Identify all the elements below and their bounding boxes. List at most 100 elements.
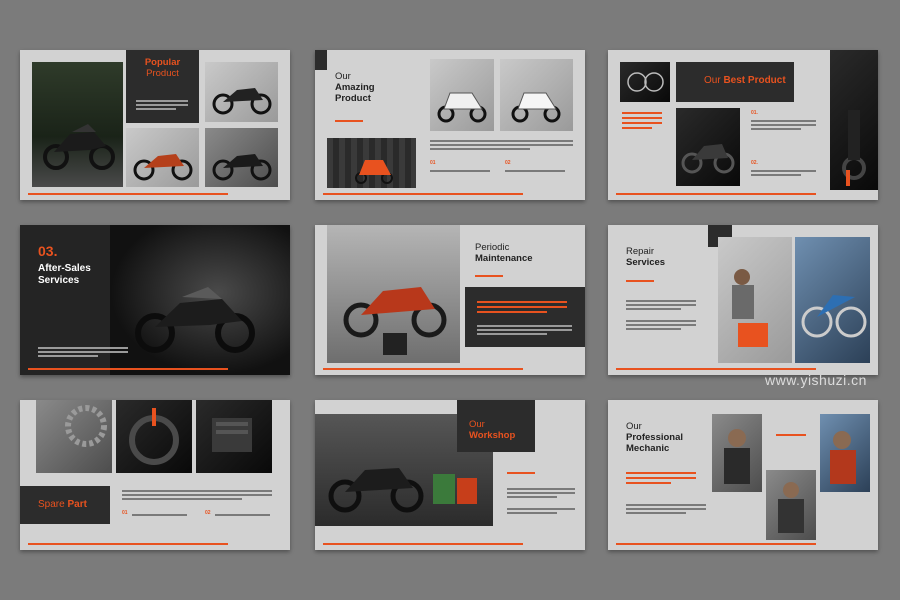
text-line bbox=[626, 508, 706, 510]
title-normal: Spare bbox=[38, 499, 68, 510]
text-line bbox=[622, 112, 662, 114]
photo-bike-dirt bbox=[205, 62, 278, 122]
photo-bike-electric bbox=[126, 128, 199, 187]
person-icon bbox=[724, 429, 750, 484]
accent-line bbox=[323, 193, 523, 195]
scooter-icon bbox=[355, 160, 393, 184]
photo-chain bbox=[36, 400, 112, 473]
slide-best-product[interactable]: Our Best Product 01. 02. bbox=[608, 50, 878, 200]
title-line-1: Our bbox=[335, 71, 351, 82]
text-line bbox=[430, 148, 530, 150]
scooter-icon bbox=[511, 92, 561, 123]
text-line bbox=[477, 329, 572, 331]
text-line bbox=[122, 490, 272, 492]
section-number: 03. bbox=[38, 243, 58, 259]
motorcycle-icon bbox=[343, 287, 447, 355]
watermark: www.yishuzi.cn bbox=[765, 372, 867, 388]
text-line bbox=[626, 477, 696, 479]
slide-popular-product[interactable]: Popular Product bbox=[20, 50, 290, 200]
title-line-2: Workshop bbox=[469, 429, 516, 441]
slide-title: Popular Product bbox=[140, 57, 185, 80]
title-line-2: Amazing bbox=[335, 81, 375, 93]
text-line bbox=[38, 347, 128, 349]
motorcycle-icon bbox=[135, 287, 255, 353]
text-line bbox=[622, 117, 662, 119]
text-line bbox=[626, 304, 696, 306]
text-line bbox=[626, 504, 706, 506]
text-line bbox=[505, 170, 565, 172]
text-line bbox=[626, 328, 681, 330]
slide-title: Repair Services bbox=[626, 246, 666, 269]
text-line bbox=[136, 104, 188, 106]
text-line bbox=[477, 325, 572, 327]
accent-line bbox=[335, 120, 363, 122]
title-box: Spare Part bbox=[20, 486, 110, 524]
text-line bbox=[626, 482, 671, 484]
text-line bbox=[626, 512, 686, 514]
photo-wheel bbox=[116, 400, 192, 473]
item-number-2: 02. bbox=[751, 160, 758, 166]
slide-title: Our Workshop bbox=[469, 419, 516, 442]
title-line-2: Services bbox=[38, 274, 80, 286]
accent-line bbox=[776, 434, 806, 436]
text-line bbox=[626, 320, 696, 322]
title-box: Popular Product bbox=[126, 50, 199, 123]
text-line bbox=[477, 333, 547, 335]
photo-bike-side bbox=[830, 50, 878, 190]
motorcycle-icon bbox=[133, 154, 193, 181]
text-line bbox=[751, 170, 816, 172]
text-line bbox=[507, 496, 557, 498]
accent-line bbox=[475, 275, 503, 277]
text-line bbox=[430, 170, 490, 172]
slide-professional-mechanic[interactable]: Our Professional Mechanic bbox=[608, 400, 878, 550]
accent-line bbox=[28, 543, 228, 545]
slide-spare-part[interactable]: Spare Part 01 02 bbox=[20, 400, 290, 550]
text-line bbox=[38, 351, 128, 353]
title-box: Our Best Product bbox=[676, 62, 794, 102]
motorcycle-icon bbox=[681, 144, 735, 174]
text-line bbox=[626, 300, 696, 302]
slide-title: Our Professional Mechanic bbox=[626, 421, 683, 455]
text-line bbox=[38, 355, 98, 357]
photo-scooter-orange bbox=[327, 138, 416, 188]
photo-engine bbox=[196, 400, 272, 473]
text-line bbox=[751, 174, 801, 176]
dark-square bbox=[315, 50, 327, 70]
motorcycle-icon bbox=[842, 110, 866, 186]
slide-title: Spare Part bbox=[38, 499, 87, 511]
title-line-1: Our bbox=[626, 421, 642, 432]
photo-bike-showcase bbox=[110, 225, 290, 375]
photo-bike-cruiser bbox=[205, 128, 278, 187]
text-line bbox=[751, 120, 816, 122]
title-line-1: Repair bbox=[626, 246, 654, 257]
slide-workshop[interactable]: Our Workshop bbox=[315, 400, 585, 550]
title-line-2: Maintenance bbox=[475, 252, 533, 264]
title-box: Our Workshop bbox=[457, 400, 535, 452]
text-line bbox=[477, 306, 567, 308]
photo-bike-dark bbox=[676, 108, 740, 186]
accent-line bbox=[507, 472, 535, 474]
photo-mechanic-1 bbox=[712, 414, 762, 492]
slide-after-sales[interactable]: 03. After-Sales Services bbox=[20, 225, 290, 375]
text-line bbox=[507, 492, 575, 494]
gauge-icon bbox=[627, 72, 664, 92]
title-line-2: Services bbox=[626, 256, 666, 268]
accent-line bbox=[28, 193, 228, 195]
person-icon bbox=[778, 482, 804, 533]
text-line bbox=[477, 301, 567, 303]
photo-mechanic-3 bbox=[820, 414, 870, 492]
text-line bbox=[626, 472, 696, 474]
item-number-2: 02 bbox=[505, 160, 511, 166]
accent-line bbox=[323, 368, 523, 370]
slide-periodic-maintenance[interactable]: Periodic Maintenance bbox=[315, 225, 585, 375]
text-line bbox=[507, 488, 575, 490]
item-number-2: 02 bbox=[205, 510, 211, 516]
text-line bbox=[215, 514, 270, 516]
title-line-2: Product bbox=[146, 67, 179, 79]
slide-amazing-product[interactable]: Our Amazing Product 01 02 bbox=[315, 50, 585, 200]
slide-repair-services[interactable]: Repair Services bbox=[608, 225, 878, 375]
text-line bbox=[477, 311, 547, 313]
photo-scooter-beach bbox=[500, 59, 573, 131]
text-line bbox=[132, 514, 187, 516]
motorcycle-icon bbox=[212, 154, 272, 181]
